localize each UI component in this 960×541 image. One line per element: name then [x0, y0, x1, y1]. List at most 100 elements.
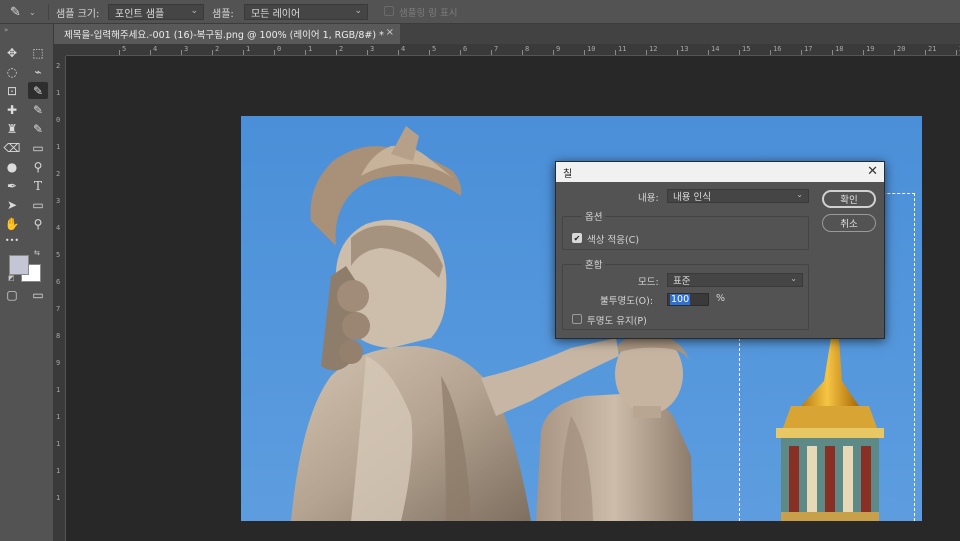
mode-select[interactable]: 표준 ⌄ — [667, 273, 803, 287]
healing-brush-tool-icon[interactable]: ✚ — [2, 101, 22, 118]
color-adapt-label: 색상 적응(C) — [587, 235, 640, 246]
ruler-tick — [615, 50, 616, 55]
ruler-tick-label: 12 — [649, 45, 658, 53]
type-tool-icon[interactable]: T — [28, 177, 48, 194]
ruler-tick-label: 11 — [618, 45, 627, 53]
contents-value: 내용 인식 — [673, 192, 711, 203]
ruler-tick — [646, 50, 647, 55]
ruler-tick — [119, 50, 120, 55]
ruler-tick — [677, 50, 678, 55]
more-tools-icon[interactable]: ••• — [2, 232, 22, 249]
ruler-tick-label: 17 — [804, 45, 813, 53]
dialog-title: 칠 — [563, 168, 573, 180]
sample-size-value: 포인트 샘플 — [115, 8, 165, 20]
document-tab[interactable]: 제목을-입력해주세요.-001 (16)-복구됨.png @ 100% (레이어… — [54, 24, 400, 44]
vertical-ruler[interactable]: 2 1 0 1 2 3 4 5 6 7 8 9 1 1 1 1 1 — [54, 56, 66, 541]
opacity-input[interactable]: 100 — [667, 293, 709, 306]
ruler-tick-label: 4 — [56, 224, 61, 232]
cancel-button[interactable]: 취소 — [822, 214, 876, 232]
lasso-tool-icon[interactable]: ◌ — [2, 63, 22, 80]
ruler-tick — [956, 50, 957, 55]
ruler-tick-label: 5 — [56, 251, 61, 259]
zoom-tool-icon[interactable]: ⚲ — [28, 215, 48, 232]
ruler-tick-label: 8 — [525, 45, 530, 53]
ruler-tick — [336, 50, 337, 55]
preserve-transparency-checkbox[interactable] — [572, 314, 582, 324]
ruler-tick-label: 13 — [680, 45, 689, 53]
ruler-tick — [460, 50, 461, 55]
ruler-tick — [863, 50, 864, 55]
ruler-tick-label: 9 — [56, 359, 61, 367]
ruler-origin[interactable] — [54, 44, 66, 56]
ruler-tick — [770, 50, 771, 55]
ruler-tick-label: 1 — [56, 413, 61, 421]
close-icon[interactable]: ✕ — [867, 164, 878, 180]
eyedropper-tool-icon[interactable]: ✎ — [28, 82, 48, 99]
brush-tool-icon[interactable]: ✎ — [28, 101, 48, 118]
mode-label: 모드: — [638, 277, 659, 288]
ruler-tick-label: 1 — [246, 45, 251, 53]
quick-select-tool-icon[interactable]: ⌁ — [28, 63, 48, 80]
ruler-tick — [150, 50, 151, 55]
ruler-tick — [553, 50, 554, 55]
dialog-title-bar[interactable]: 칠 ✕ — [556, 162, 884, 182]
ruler-tick-label: 1 — [56, 467, 61, 475]
blur-tool-icon[interactable]: ● — [2, 158, 22, 175]
ruler-tick — [801, 50, 802, 55]
chevron-down-icon[interactable]: ⌄ — [29, 0, 36, 24]
ruler-tick — [243, 50, 244, 55]
eyedropper-preset-icon[interactable]: ✎ — [10, 0, 26, 24]
quick-mask-icon[interactable]: ▢ — [2, 286, 22, 303]
ruler-tick — [274, 50, 275, 55]
rectangle-tool-icon[interactable]: ▭ — [28, 196, 48, 213]
default-colors-icon[interactable]: ◩ — [8, 274, 15, 282]
ruler-tick-label: 6 — [463, 45, 468, 53]
ruler-tick-label: 6 — [56, 278, 61, 286]
sample-size-select[interactable]: 포인트 샘플 ⌄ — [108, 4, 204, 20]
horizontal-ruler[interactable]: 5432101234567891011121314151617181920212… — [66, 44, 960, 56]
ruler-tick-label: 4 — [401, 45, 406, 53]
sample-value: 모든 레이어 — [251, 8, 301, 20]
color-adapt-checkbox[interactable]: ✔ — [572, 233, 582, 243]
foreground-color-swatch[interactable] — [9, 255, 29, 275]
opacity-label: 불투명도(O): — [600, 296, 654, 307]
pen-tool-icon[interactable]: ✒ — [2, 177, 22, 194]
contents-select[interactable]: 내용 인식 ⌄ — [667, 189, 809, 203]
close-tab-icon[interactable]: × — [386, 27, 394, 38]
contents-label: 내용: — [638, 193, 659, 204]
show-ring-checkbox[interactable] — [384, 6, 394, 16]
hand-tool-icon[interactable]: ✋ — [2, 215, 22, 232]
options-bar: ✎ ⌄ 샘플 크기: 포인트 샘플 ⌄ 샘플: 모든 레이어 ⌄ 샘플링 링 표… — [0, 0, 960, 24]
dodge-tool-icon[interactable]: ⚲ — [28, 158, 48, 175]
chevron-down-icon: ⌄ — [796, 190, 803, 199]
ruler-tick-label: 1 — [56, 89, 61, 97]
eraser-tool-icon[interactable]: ⌫ — [2, 139, 22, 156]
sample-select[interactable]: 모든 레이어 ⌄ — [244, 4, 368, 20]
ruler-tick-label: 14 — [711, 45, 720, 53]
collapse-icon[interactable]: » — [4, 26, 8, 34]
ruler-tick — [832, 50, 833, 55]
mode-value: 표준 — [673, 276, 691, 287]
ruler-tick-label: 5 — [122, 45, 127, 53]
sample-label: 샘플: — [212, 8, 234, 20]
ruler-tick-label: 7 — [56, 305, 61, 313]
clone-stamp-tool-icon[interactable]: ♜ — [2, 120, 22, 137]
gradient-tool-icon[interactable]: ▭ — [28, 139, 48, 156]
marquee-tool-icon[interactable]: ⬚ — [28, 44, 48, 61]
ruler-tick — [584, 50, 585, 55]
ruler-tick — [708, 50, 709, 55]
chevron-down-icon: ⌄ — [354, 6, 362, 16]
crop-tool-icon[interactable]: ⊡ — [2, 82, 22, 99]
history-brush-tool-icon[interactable]: ✎ — [28, 120, 48, 137]
ruler-tick — [739, 50, 740, 55]
ruler-tick-label: 4 — [153, 45, 158, 53]
move-tool-icon[interactable]: ✥ — [2, 44, 22, 61]
ruler-tick-label: 7 — [494, 45, 499, 53]
screen-mode-icon[interactable]: ▭ — [28, 286, 48, 303]
swap-colors-icon[interactable]: ⇆ — [34, 249, 40, 257]
ruler-tick — [925, 50, 926, 55]
ok-button[interactable]: 확인 — [822, 190, 876, 208]
ruler-tick-label: 0 — [277, 45, 282, 53]
ruler-tick-label: 0 — [56, 116, 61, 124]
path-selection-tool-icon[interactable]: ➤ — [2, 196, 22, 213]
